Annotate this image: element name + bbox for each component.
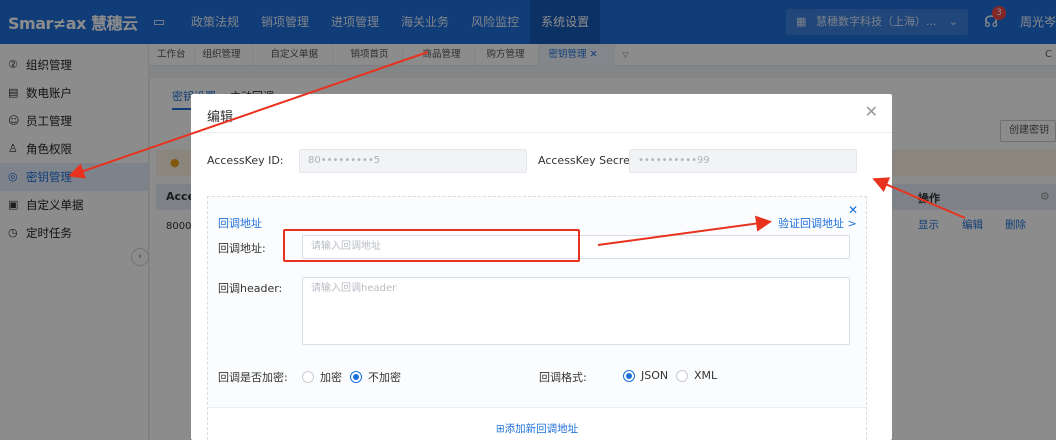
callback-header-textarea[interactable]: 请输入回调header <box>302 277 850 345</box>
radio-label: 不加密 <box>368 371 401 384</box>
accesskey-id-label: AccessKey ID: <box>207 154 284 167</box>
encrypt-label: 回调是否加密: <box>218 371 288 384</box>
xml-radio[interactable]: XML <box>676 369 717 382</box>
format-label: 回调格式: <box>539 371 587 384</box>
radio-label: JSON <box>641 369 669 382</box>
no-encrypt-radio[interactable]: 不加密 <box>350 369 401 385</box>
accesskey-secret-label: AccessKey Secret: <box>538 154 638 167</box>
radio-label: XML <box>694 369 718 382</box>
close-icon[interactable]: ✕ <box>865 102 878 121</box>
radio-icon <box>676 369 688 382</box>
radio-checked-icon <box>350 371 362 383</box>
verify-callback-link[interactable]: 验证回调地址 > <box>778 215 857 231</box>
divider <box>191 132 892 133</box>
accesskey-id-field: 80•••••••••5 <box>299 149 527 173</box>
callback-section-title: 回调地址 <box>218 217 262 230</box>
add-callback-link[interactable]: ⊞添加新回调地址 <box>208 407 866 440</box>
radio-label: 加密 <box>320 371 342 384</box>
radio-checked-icon <box>623 369 635 382</box>
accesskey-secret-field: ••••••••••99 <box>629 149 857 173</box>
highlight-box <box>283 229 580 262</box>
callback-header-label: 回调header: <box>218 282 283 295</box>
json-radio[interactable]: JSON <box>623 369 668 382</box>
edit-modal: 编辑 ✕ AccessKey ID: 80•••••••••5 AccessKe… <box>191 94 892 440</box>
callback-url-label: 回调地址: <box>218 242 266 255</box>
modal-title: 编辑 <box>207 110 234 125</box>
encrypt-radio[interactable]: 加密 <box>302 369 342 385</box>
radio-icon <box>302 371 314 383</box>
